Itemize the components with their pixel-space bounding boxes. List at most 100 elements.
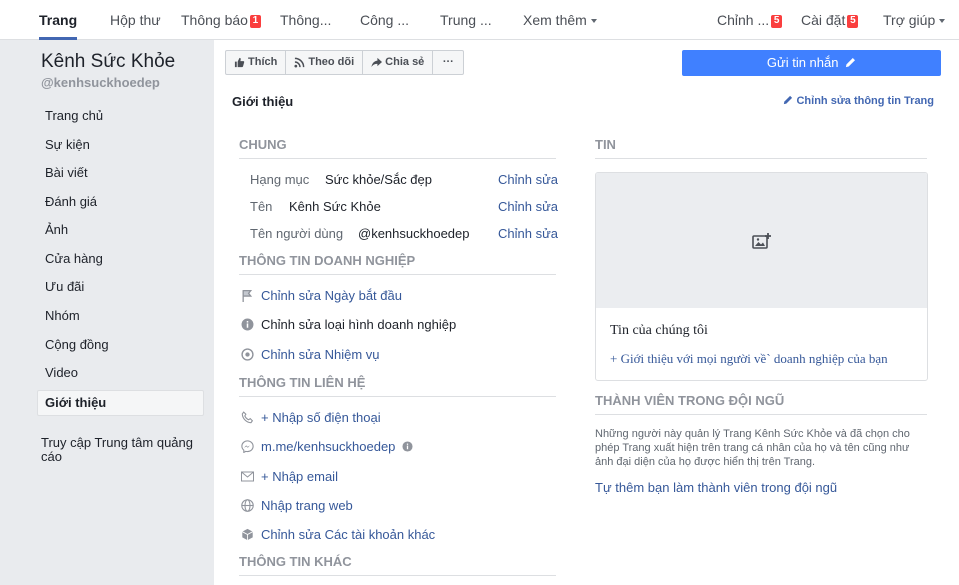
pencil-icon bbox=[784, 95, 793, 105]
main-content: Thích Theo dõi Chia sẻ ··· Gửi tin nhắn … bbox=[214, 40, 959, 585]
notifications-badge: 1 bbox=[249, 15, 261, 28]
business-type-row[interactable]: Chỉnh sửa loại hình doanh nghiệp bbox=[239, 315, 456, 333]
share-button[interactable]: Chia sẻ bbox=[363, 51, 434, 74]
contact-section-heading: THÔNG TIN LIÊN HỆ bbox=[239, 375, 556, 397]
nav-help-menu[interactable]: Trợ giúp bbox=[883, 0, 946, 40]
name-value: Kênh Sức Khỏe bbox=[289, 199, 381, 214]
nav-tab-page-label: Trang bbox=[39, 12, 78, 28]
business-section-heading: THÔNG TIN DOANH NGHIỆP bbox=[239, 253, 556, 275]
left-sidebar: Kênh Sức Khỏe @kenhsuckhoedep Trang chủ … bbox=[0, 40, 213, 585]
edit-page-info-label: Chỉnh sửa thông tin Trang bbox=[796, 95, 934, 107]
sidebar-item-shop[interactable]: Cửa hàng bbox=[37, 246, 204, 272]
sidebar-ads-center-link[interactable]: Truy cập Trung tâm quảng cáo bbox=[41, 436, 206, 464]
sidebar-item-home[interactable]: Trang chủ bbox=[37, 103, 204, 129]
team-section-heading: THÀNH VIÊN TRONG ĐỘI NGŨ bbox=[595, 393, 927, 415]
business-type-link[interactable]: Chỉnh sửa loại hình doanh nghiệp bbox=[261, 317, 456, 332]
nav-settings[interactable]: Cài đặt 5 bbox=[801, 0, 859, 40]
follow-button[interactable]: Theo dõi bbox=[286, 51, 364, 74]
chevron-down-icon bbox=[590, 19, 597, 23]
email-row[interactable]: + Nhập email bbox=[239, 467, 338, 485]
news-card[interactable]: Tin của chúng tôi + Giới thiệu với mọi n… bbox=[595, 172, 928, 381]
send-message-button[interactable]: Gửi tin nhắn bbox=[682, 50, 941, 76]
more-options-button[interactable]: ··· bbox=[433, 51, 463, 74]
mission-row[interactable]: Chỉnh sửa Nhiệm vụ bbox=[239, 345, 380, 363]
other-info-section-heading: THÔNG TIN KHÁC bbox=[239, 554, 556, 576]
nav-tab-publishing-label: Công ... bbox=[360, 12, 410, 28]
category-value: Sức khỏe/Sắc đẹp bbox=[325, 172, 432, 187]
username-edit-link[interactable]: Chỉnh sửa bbox=[498, 226, 558, 241]
info-icon[interactable] bbox=[399, 438, 415, 454]
nav-edit-page[interactable]: Chỉnh ... 5 bbox=[717, 0, 783, 40]
page-handle[interactable]: @kenhsuckhoedep bbox=[41, 75, 160, 90]
sidebar-item-offers[interactable]: Ưu đãi bbox=[37, 274, 204, 300]
news-section-heading: TIN bbox=[595, 137, 927, 159]
page-action-bar: Thích Theo dõi Chia sẻ ··· bbox=[225, 50, 465, 75]
nav-tab-center[interactable]: Trung ... bbox=[440, 0, 492, 40]
nav-tab-publishing-tools[interactable]: Công ... bbox=[360, 0, 409, 40]
sidebar-item-photos[interactable]: Ảnh bbox=[37, 217, 204, 243]
nav-help-label: Trợ giúp bbox=[883, 12, 936, 28]
phone-add-link[interactable]: + Nhập số điện thoại bbox=[261, 410, 381, 425]
other-accounts-link[interactable]: Chỉnh sửa Các tài khoản khác bbox=[261, 527, 435, 542]
share-arrow-icon bbox=[371, 57, 383, 68]
phone-row[interactable]: + Nhập số điện thoại bbox=[239, 408, 381, 426]
target-icon bbox=[239, 346, 255, 362]
follow-label: Theo dõi bbox=[308, 56, 355, 68]
cube-icon bbox=[239, 526, 255, 542]
share-label: Chia sẻ bbox=[385, 56, 425, 68]
team-add-self-link[interactable]: Tự thêm bạn làm thành viên trong đội ngũ bbox=[595, 480, 837, 495]
nav-settings-label: Cài đặt bbox=[801, 12, 846, 28]
sidebar-item-reviews[interactable]: Đánh giá bbox=[37, 189, 204, 215]
nav-edit-page-label: Chỉnh ... bbox=[717, 12, 770, 28]
nav-tab-notifications[interactable]: Thông báo 1 bbox=[181, 0, 261, 40]
team-description: Những người này quản lý Trang Kênh Sức K… bbox=[595, 428, 910, 468]
like-button[interactable]: Thích bbox=[226, 51, 287, 74]
nav-tab-inbox-label: Hộp thư bbox=[110, 12, 161, 28]
edit-page-info-link[interactable]: Chỉnh sửa thông tin Trang bbox=[783, 95, 934, 107]
sidebar-item-posts[interactable]: Bài viết bbox=[37, 160, 204, 186]
sidebar-item-events[interactable]: Sự kiện bbox=[37, 132, 204, 158]
start-date-link[interactable]: Chỉnh sửa Ngày bắt đầu bbox=[261, 288, 402, 303]
pencil-icon bbox=[846, 58, 856, 68]
category-label: Hạng mục bbox=[250, 172, 310, 187]
start-date-row[interactable]: Chỉnh sửa Ngày bắt đầu bbox=[239, 286, 402, 304]
sidebar-item-about[interactable]: Giới thiệu bbox=[37, 390, 204, 416]
add-photo-icon bbox=[751, 232, 771, 249]
nav-tab-center-label: Trung ... bbox=[440, 12, 492, 28]
nav-tab-insights[interactable]: Thông... bbox=[280, 0, 331, 40]
sidebar-item-videos[interactable]: Video bbox=[37, 360, 204, 386]
nav-tab-inbox[interactable]: Hộp thư bbox=[110, 0, 161, 40]
nav-tab-page[interactable]: Trang bbox=[39, 0, 78, 40]
messenger-link[interactable]: m.me/kenhsuckhoedep bbox=[261, 439, 395, 454]
website-row[interactable]: Nhập trang web bbox=[239, 496, 353, 514]
website-add-link[interactable]: Nhập trang web bbox=[261, 498, 353, 513]
envelope-icon bbox=[239, 468, 255, 484]
category-edit-link[interactable]: Chỉnh sửa bbox=[498, 172, 558, 187]
news-image-placeholder[interactable] bbox=[596, 173, 927, 308]
nav-tab-insights-label: Thông... bbox=[280, 12, 332, 28]
send-message-label: Gửi tin nhắn bbox=[766, 55, 839, 70]
chevron-down-icon bbox=[939, 19, 946, 23]
username-value: @kenhsuckhoedep bbox=[358, 226, 470, 241]
messenger-row[interactable]: m.me/kenhsuckhoedep bbox=[239, 437, 421, 455]
about-title: Giới thiệu bbox=[232, 94, 294, 109]
more-dots-icon: ··· bbox=[442, 56, 454, 68]
sidebar-item-groups[interactable]: Nhóm bbox=[37, 303, 204, 329]
top-navigation: Trang Hộp thư Thông báo 1 Thông... Công .… bbox=[0, 0, 959, 40]
news-card-add-link[interactable]: + Giới thiệu với mọi người về` doanh ngh… bbox=[610, 351, 888, 367]
nav-more-label: Xem thêm bbox=[523, 12, 587, 28]
thumbs-up-icon bbox=[234, 57, 245, 68]
settings-badge: 5 bbox=[847, 15, 859, 28]
general-section-heading: CHUNG bbox=[239, 137, 556, 159]
info-icon bbox=[239, 316, 255, 332]
mission-link[interactable]: Chỉnh sửa Nhiệm vụ bbox=[261, 347, 380, 362]
rss-icon bbox=[294, 57, 305, 68]
email-add-link[interactable]: + Nhập email bbox=[261, 469, 338, 484]
globe-icon bbox=[239, 497, 255, 513]
sidebar-item-community[interactable]: Cộng đồng bbox=[37, 332, 204, 358]
name-edit-link[interactable]: Chỉnh sửa bbox=[498, 199, 558, 214]
page-name[interactable]: Kênh Sức Khỏe bbox=[41, 51, 175, 73]
other-accounts-row[interactable]: Chỉnh sửa Các tài khoản khác bbox=[239, 525, 435, 543]
like-label: Thích bbox=[248, 56, 278, 68]
nav-more-menu[interactable]: Xem thêm bbox=[523, 0, 597, 40]
